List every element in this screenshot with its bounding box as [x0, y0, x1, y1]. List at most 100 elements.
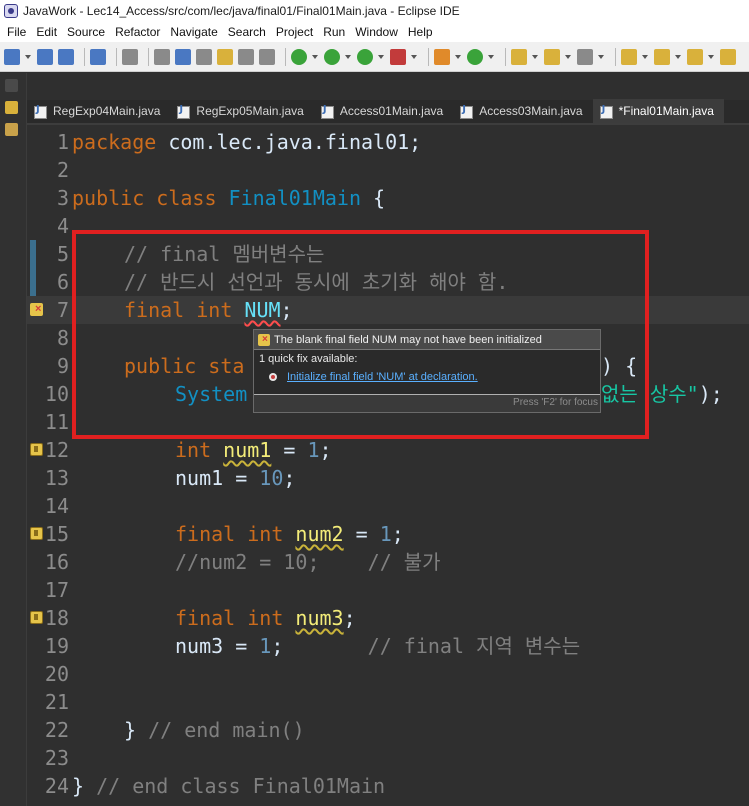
editor-tab-bar: RegExp04Main.java RegExp05Main.java Acce…	[27, 99, 749, 125]
code-text: final int num3;	[175, 606, 356, 630]
line-number: 16	[44, 550, 69, 574]
code-line-current: 7 final int NUM;	[27, 296, 749, 324]
chevron-down-icon[interactable]	[708, 54, 714, 59]
new-java-project-icon[interactable]	[434, 48, 450, 65]
run-icon[interactable]	[324, 48, 340, 65]
chevron-down-icon[interactable]	[345, 54, 351, 59]
tab-regexp05main[interactable]: RegExp05Main.java	[170, 99, 313, 123]
code-line: 3 public class Final01Main {	[27, 184, 749, 212]
code-line: 19 num3 = 1; // final 지역 변수는	[27, 632, 749, 660]
chevron-down-icon[interactable]	[411, 54, 417, 59]
line-number: 4	[56, 214, 69, 238]
prev-annotation-icon[interactable]	[654, 48, 670, 65]
terminal-icon[interactable]	[90, 48, 106, 65]
window-title: JavaWork - Lec14_Access/src/com/lec/java…	[23, 4, 460, 18]
line-number: 22	[44, 718, 69, 742]
tab-access03main[interactable]: Access03Main.java	[453, 99, 592, 123]
code-text: public sta	[124, 354, 245, 378]
pen-icon[interactable]	[577, 48, 593, 65]
chevron-down-icon[interactable]	[598, 54, 604, 59]
skip-breakpoints-icon[interactable]	[122, 48, 138, 65]
pilcrow-icon[interactable]	[259, 48, 275, 65]
chevron-down-icon[interactable]	[532, 54, 538, 59]
menu-edit[interactable]: Edit	[31, 25, 62, 39]
quick-fix-link[interactable]: Initialize final field 'NUM' at declarat…	[287, 371, 478, 383]
menu-search[interactable]: Search	[223, 25, 271, 39]
title-bar: JavaWork - Lec14_Access/src/com/lec/java…	[0, 0, 749, 22]
chevron-down-icon[interactable]	[565, 54, 571, 59]
line-number: 1	[56, 130, 69, 154]
external-tools-icon[interactable]	[390, 48, 406, 65]
code-line: 2	[27, 156, 749, 184]
line-number: 5	[56, 242, 69, 266]
new-icon[interactable]	[4, 48, 20, 65]
toolbar-separator	[116, 47, 117, 66]
line-number: 19	[44, 634, 69, 658]
type-hierarchy-icon[interactable]	[5, 123, 18, 136]
code-text: num1 = 10;	[175, 466, 296, 490]
toolbar	[0, 42, 749, 72]
java-file-icon	[599, 104, 613, 119]
popup-body: 1 quick fix available: Initialize final …	[254, 350, 600, 395]
tab-regexp04main[interactable]: RegExp04Main.java	[27, 99, 170, 123]
menu-source[interactable]: Source	[62, 25, 110, 39]
toggle-breadcrumb-icon[interactable]	[154, 48, 170, 65]
chevron-down-icon[interactable]	[455, 54, 461, 59]
code-text: 없는 상수");	[601, 382, 723, 406]
code-text: // 반드시 선언과 동시에 초기화 해야 함.	[124, 270, 509, 294]
toolbar-separator	[428, 47, 429, 66]
chevron-down-icon[interactable]	[642, 54, 648, 59]
toolbar-separator	[285, 47, 286, 66]
error-hover-popup: The blank final field NUM may not have b…	[253, 329, 601, 413]
menu-refactor[interactable]: Refactor	[110, 25, 165, 39]
chevron-down-icon[interactable]	[25, 54, 31, 59]
word-wrap-icon[interactable]	[217, 48, 233, 65]
code-line: 4	[27, 212, 749, 240]
open-type-icon[interactable]	[511, 48, 527, 65]
forward-icon[interactable]	[720, 48, 736, 65]
save-all-icon[interactable]	[58, 48, 74, 65]
restore-icon[interactable]	[5, 79, 18, 92]
show-whitespace-icon[interactable]	[238, 48, 254, 65]
debug-icon[interactable]	[291, 48, 307, 65]
line-number: 23	[44, 746, 69, 770]
tab-label: Access03Main.java	[479, 104, 583, 118]
menu-file[interactable]: File	[2, 25, 31, 39]
block-selection-icon[interactable]	[196, 48, 212, 65]
coverage-icon[interactable]	[357, 48, 373, 65]
chevron-down-icon[interactable]	[378, 54, 384, 59]
line-number: 11	[44, 410, 69, 434]
code-text: System	[175, 382, 248, 406]
mark-occurrences-icon[interactable]	[175, 48, 191, 65]
new-class-icon[interactable]	[467, 48, 483, 65]
toolbar-separator	[615, 47, 616, 66]
eclipse-logo-icon	[4, 4, 18, 18]
code-line: 20	[27, 660, 749, 688]
line-number: 7	[56, 298, 69, 322]
next-annotation-icon[interactable]	[621, 48, 637, 65]
menu-bar: File Edit Source Refactor Navigate Searc…	[0, 22, 749, 42]
back-icon[interactable]	[687, 48, 703, 65]
chevron-down-icon[interactable]	[675, 54, 681, 59]
tab-access01main[interactable]: Access01Main.java	[314, 99, 453, 123]
line-number: 13	[44, 466, 69, 490]
code-text: final int NUM;	[124, 298, 293, 322]
search-icon[interactable]	[544, 48, 560, 65]
menu-window[interactable]: Window	[350, 25, 403, 39]
chevron-down-icon[interactable]	[488, 54, 494, 59]
code-text: // final 멤버변수는	[124, 242, 325, 266]
quick-fix-item[interactable]: Initialize final field 'NUM' at declarat…	[259, 371, 595, 383]
menu-navigate[interactable]: Navigate	[165, 25, 222, 39]
chevron-down-icon[interactable]	[312, 54, 318, 59]
package-explorer-icon[interactable]	[5, 101, 18, 114]
menu-help[interactable]: Help	[403, 25, 438, 39]
left-trim-bar	[0, 73, 27, 806]
line-number: 3	[56, 186, 69, 210]
line-number: 21	[44, 690, 69, 714]
line-number: 17	[44, 578, 69, 602]
menu-run[interactable]: Run	[318, 25, 350, 39]
tab-final01main[interactable]: *Final01Main.java	[592, 99, 724, 123]
menu-project[interactable]: Project	[271, 25, 318, 39]
save-icon[interactable]	[37, 48, 53, 65]
code-editor[interactable]: 1 package com.lec.java.final01; 2 3 publ…	[27, 127, 749, 806]
